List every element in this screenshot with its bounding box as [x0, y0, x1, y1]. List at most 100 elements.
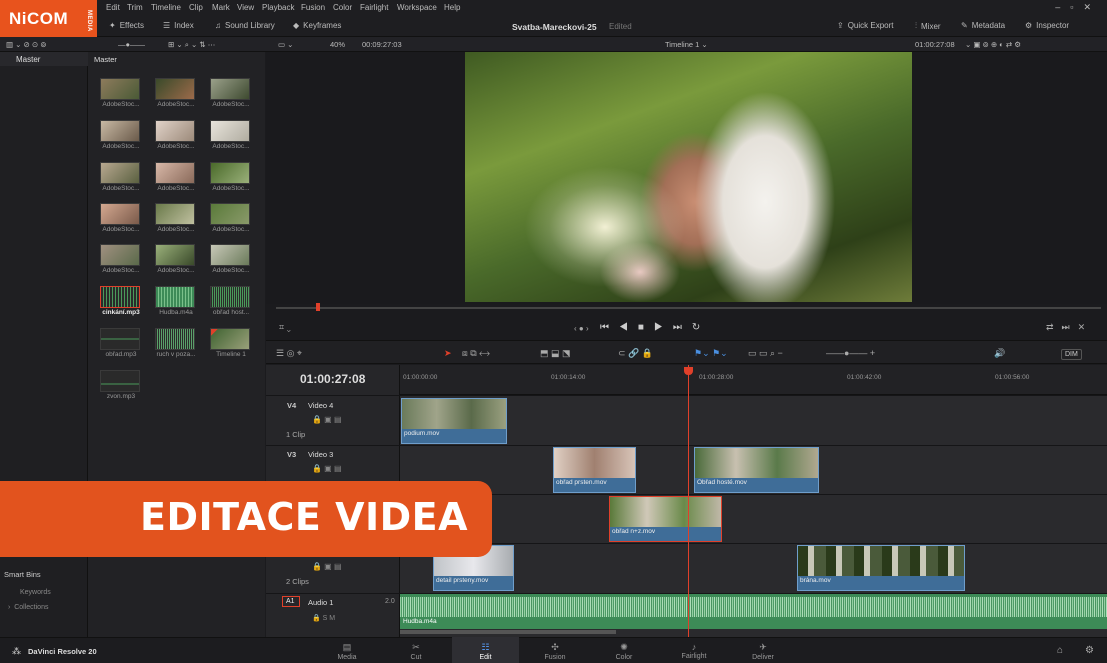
- media-clip[interactable]: AdobeStoc...: [210, 162, 252, 192]
- quick-export-button[interactable]: ⇪ Quick Export: [837, 21, 894, 30]
- menu-fusion[interactable]: Fusion: [301, 3, 325, 12]
- track-controls-v3[interactable]: 🔒 ▣ ▤: [312, 464, 342, 473]
- track-controls-v1[interactable]: 🔒 ▣ ▤: [312, 562, 342, 571]
- settings-icon[interactable]: ⚙: [1085, 645, 1094, 656]
- media-clip[interactable]: AdobeStoc...: [155, 244, 197, 274]
- effects-button[interactable]: ✦ Effects: [109, 21, 144, 30]
- thumb-size-slider[interactable]: —●——: [118, 40, 145, 49]
- edit-tools-icon[interactable]: ⧈ ⧉ ⟷: [462, 348, 490, 359]
- menu-workspace[interactable]: Workspace: [397, 3, 437, 12]
- smart-bin-collections[interactable]: › Collections: [8, 604, 48, 611]
- menu-timeline[interactable]: Timeline: [151, 3, 181, 12]
- media-clip[interactable]: AdobeStoc...: [155, 162, 197, 192]
- metadata-button[interactable]: ✎ Metadata: [961, 21, 1005, 30]
- page-color[interactable]: ✺ Color: [594, 642, 654, 661]
- timeline-scrollbar[interactable]: [400, 630, 616, 634]
- dim-button[interactable]: DIM: [1061, 349, 1082, 360]
- menu-help[interactable]: Help: [444, 3, 460, 12]
- smart-bin-keywords[interactable]: Keywords: [20, 589, 51, 596]
- media-clip-audio[interactable]: Hudba.m4a: [155, 286, 197, 316]
- media-clip[interactable]: AdobeStoc...: [155, 120, 197, 150]
- track-id-a1[interactable]: A1: [282, 596, 300, 607]
- menu-playback[interactable]: Playback: [262, 3, 294, 12]
- master-bin[interactable]: Master: [0, 52, 88, 66]
- media-clip[interactable]: AdobeStoc...: [155, 203, 197, 233]
- mixer-button[interactable]: ⫶ Mixer: [915, 21, 941, 31]
- viewer-crop-icon[interactable]: ⌗ ⌄: [279, 322, 291, 333]
- inspector-button[interactable]: ⚙ Inspector: [1025, 21, 1069, 30]
- menu-fairlight[interactable]: Fairlight: [360, 3, 388, 12]
- media-clip[interactable]: AdobeStoc...: [155, 78, 197, 108]
- timeline-clip[interactable]: podium.mov: [401, 398, 507, 444]
- timeline-clip[interactable]: brána.mov: [797, 545, 965, 591]
- window-controls[interactable]: –▫✕: [1055, 2, 1101, 13]
- playhead[interactable]: [688, 365, 689, 637]
- sound-library-icon: ♫: [215, 21, 221, 30]
- media-clip[interactable]: AdobeStoc...: [210, 203, 252, 233]
- transport-controls[interactable]: ⏮◀■▶⏭↻: [600, 322, 710, 333]
- media-clip-audio[interactable]: obřad host...: [210, 286, 252, 316]
- clip-count-v1: 2 Clips: [286, 577, 309, 586]
- timeline-selector[interactable]: Timeline 1 ⌄: [665, 40, 708, 49]
- track-name-v3[interactable]: Video 3: [308, 450, 333, 459]
- zoom-tools-icon[interactable]: ▭ ▭ ⌕ −: [748, 348, 783, 359]
- timeline-clip-selected[interactable]: obřad n+z.mov: [609, 496, 722, 542]
- menu-trim[interactable]: Trim: [127, 3, 143, 12]
- media-clip[interactable]: AdobeStoc...: [210, 78, 252, 108]
- volume-icon[interactable]: 🔊: [994, 348, 1005, 359]
- panel-toggle-icon[interactable]: ▥ ⌄ ⊘ ⊙ ⊚: [6, 40, 47, 49]
- playhead-handle[interactable]: [684, 367, 693, 375]
- page-media[interactable]: ▤ Media: [317, 642, 377, 661]
- video-frame[interactable]: [465, 52, 912, 302]
- page-fusion[interactable]: ✣ Fusion: [525, 642, 585, 661]
- timeline-clip[interactable]: obřad prsten.mov: [553, 447, 636, 493]
- index-button[interactable]: ☰ Index: [163, 21, 194, 30]
- track-controls-a1[interactable]: 🔒 S M: [312, 614, 335, 622]
- viewer-right-controls[interactable]: ⇄⏭✕: [1046, 322, 1093, 333]
- home-icon[interactable]: ⌂: [1057, 645, 1063, 656]
- timeline-timecode[interactable]: 01:00:27:08: [300, 372, 365, 386]
- media-clip[interactable]: AdobeStoc...: [100, 162, 142, 192]
- scrubber-head[interactable]: [316, 303, 320, 311]
- mixer-icon: ⫶: [915, 21, 917, 30]
- media-clip[interactable]: AdobeStoc...: [100, 120, 142, 150]
- page-fairlight[interactable]: ♪ Fairlight: [664, 642, 724, 660]
- media-clip[interactable]: AdobeStoc...: [210, 244, 252, 274]
- zoom-slider[interactable]: ——●—— +: [826, 348, 875, 358]
- track-controls-v4[interactable]: 🔒 ▣ ▤: [312, 415, 342, 424]
- menu-color[interactable]: Color: [333, 3, 352, 12]
- viewer-options-icon[interactable]: ⌄ ▣ ⊚ ⊕ ◐ ⇄ ⚙: [965, 40, 1021, 49]
- media-clip[interactable]: AdobeStoc...: [100, 78, 142, 108]
- marker-icon[interactable]: ⚑⌄ ⚑⌄: [694, 348, 728, 359]
- cut-icon: ✂: [412, 642, 420, 652]
- select-tool-icon[interactable]: ➤: [444, 348, 452, 359]
- menu-edit[interactable]: Edit: [106, 3, 120, 12]
- menu-clip[interactable]: Clip: [189, 3, 203, 12]
- timeline-clip[interactable]: Obřad hosté.mov: [694, 447, 819, 493]
- media-clip[interactable]: AdobeStoc...: [210, 120, 252, 150]
- media-clip-timeline[interactable]: Timeline 1: [210, 328, 252, 358]
- media-clip-audio[interactable]: ruch v poza...: [155, 328, 197, 358]
- viewer-scrubber[interactable]: [276, 307, 1101, 309]
- page-deliver[interactable]: ✈ Deliver: [733, 642, 793, 661]
- timeline-view-icon[interactable]: ☰ ◎ ⌖: [276, 348, 302, 359]
- track-name-v4[interactable]: Video 4: [308, 401, 333, 410]
- sound-library-button[interactable]: ♫ Sound Library: [215, 21, 275, 30]
- media-clip-audio[interactable]: cinkání.mp3: [100, 286, 142, 316]
- media-clip-audio[interactable]: obřad.mp3: [100, 328, 142, 358]
- menu-mark[interactable]: Mark: [212, 3, 230, 12]
- media-clip-audio[interactable]: zvon.mp3: [100, 370, 142, 400]
- track-name-a1[interactable]: Audio 1: [308, 598, 333, 607]
- insert-tools-icon[interactable]: ⬒ ⬓ ⬔: [540, 348, 571, 359]
- page-edit[interactable]: ☷ Edit: [452, 637, 519, 663]
- zoom-level[interactable]: 40%: [330, 40, 345, 49]
- snap-icon[interactable]: ⊂ 🔗 🔒: [618, 348, 653, 359]
- view-mode-icon[interactable]: ⊞ ⌄ ⌕ ⌄ ⇅ ⋯: [168, 40, 215, 50]
- media-clip[interactable]: AdobeStoc...: [100, 203, 142, 233]
- nav-arrows-icon[interactable]: ‹ ● ›: [574, 324, 589, 333]
- media-clip[interactable]: AdobeStoc...: [100, 244, 142, 274]
- menu-view[interactable]: View: [237, 3, 254, 12]
- page-cut[interactable]: ✂ Cut: [386, 642, 446, 661]
- layout-icon[interactable]: ▭ ⌄: [278, 40, 293, 49]
- keyframes-button[interactable]: ◆ Keyframes: [293, 21, 341, 30]
